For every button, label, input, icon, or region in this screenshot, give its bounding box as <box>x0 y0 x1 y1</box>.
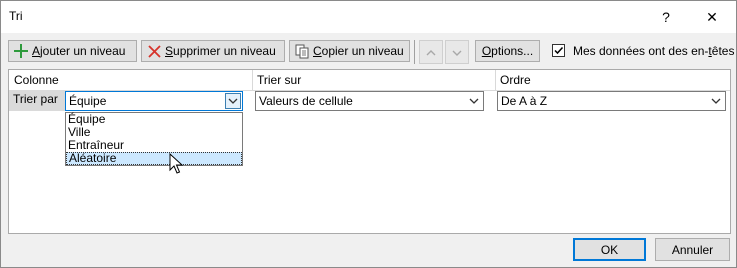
sort-dialog: Tri ? ✕ Ajouter un niveau Supprimer un n… <box>0 0 737 268</box>
chevron-up-icon <box>426 45 436 59</box>
chevron-down-icon[interactable] <box>466 93 482 109</box>
checkmark-icon <box>554 46 564 55</box>
col-header-order: Ordre <box>500 73 531 87</box>
col-header-column: Colonne <box>14 73 59 87</box>
add-level-button[interactable]: Ajouter un niveau <box>8 40 137 62</box>
chevron-down-icon <box>452 45 462 59</box>
dropdown-option[interactable]: Équipe <box>66 113 242 126</box>
dialog-title: Tri <box>9 9 23 23</box>
title-bar: Tri ? ✕ <box>1 1 736 33</box>
dropdown-option-selected[interactable]: Aléatoire <box>66 152 242 165</box>
sort-by-label: Trier par <box>9 90 65 111</box>
move-down-button[interactable] <box>445 40 469 64</box>
col-header-sort-on: Trier sur <box>257 73 302 87</box>
add-level-label: Ajouter un niveau <box>32 44 126 58</box>
delete-x-icon <box>146 43 162 59</box>
chevron-down-icon[interactable] <box>708 93 724 109</box>
close-button[interactable]: ✕ <box>689 1 735 33</box>
cancel-button[interactable]: Annuler <box>655 238 730 261</box>
copy-level-button[interactable]: Copier un niveau <box>289 40 410 62</box>
mouse-pointer-icon <box>169 152 184 178</box>
close-icon: ✕ <box>706 8 718 25</box>
sort-on-combo[interactable]: Valeurs de cellule <box>255 91 484 111</box>
options-button[interactable]: Options... <box>475 40 540 62</box>
copy-icon <box>294 43 310 59</box>
move-up-button[interactable] <box>419 40 443 64</box>
sort-on-combo-value: Valeurs de cellule <box>259 94 353 108</box>
copy-level-label: Copier un niveau <box>313 44 404 58</box>
ok-button[interactable]: OK <box>573 238 646 261</box>
delete-level-label: Supprimer un niveau <box>165 44 276 58</box>
order-combo-value: De A à Z <box>501 94 548 108</box>
headers-checkbox[interactable] <box>552 44 565 57</box>
plus-icon <box>13 43 29 59</box>
column-combo-value: Équipe <box>69 94 107 108</box>
toolbar-separator <box>414 40 415 64</box>
help-button[interactable]: ? <box>643 1 689 33</box>
headers-checkbox-label[interactable]: Mes données ont des en-têtes <box>573 44 734 58</box>
delete-level-button[interactable]: Supprimer un niveau <box>141 40 285 62</box>
chevron-down-icon[interactable] <box>225 93 241 109</box>
column-combo[interactable]: Équipe <box>65 91 243 111</box>
grid-header-row <box>9 70 730 91</box>
options-label: Options... <box>481 44 534 58</box>
column-dropdown-list[interactable]: Équipe Ville Entraîneur Aléatoire <box>65 112 243 166</box>
order-combo[interactable]: De A à Z <box>497 91 726 111</box>
